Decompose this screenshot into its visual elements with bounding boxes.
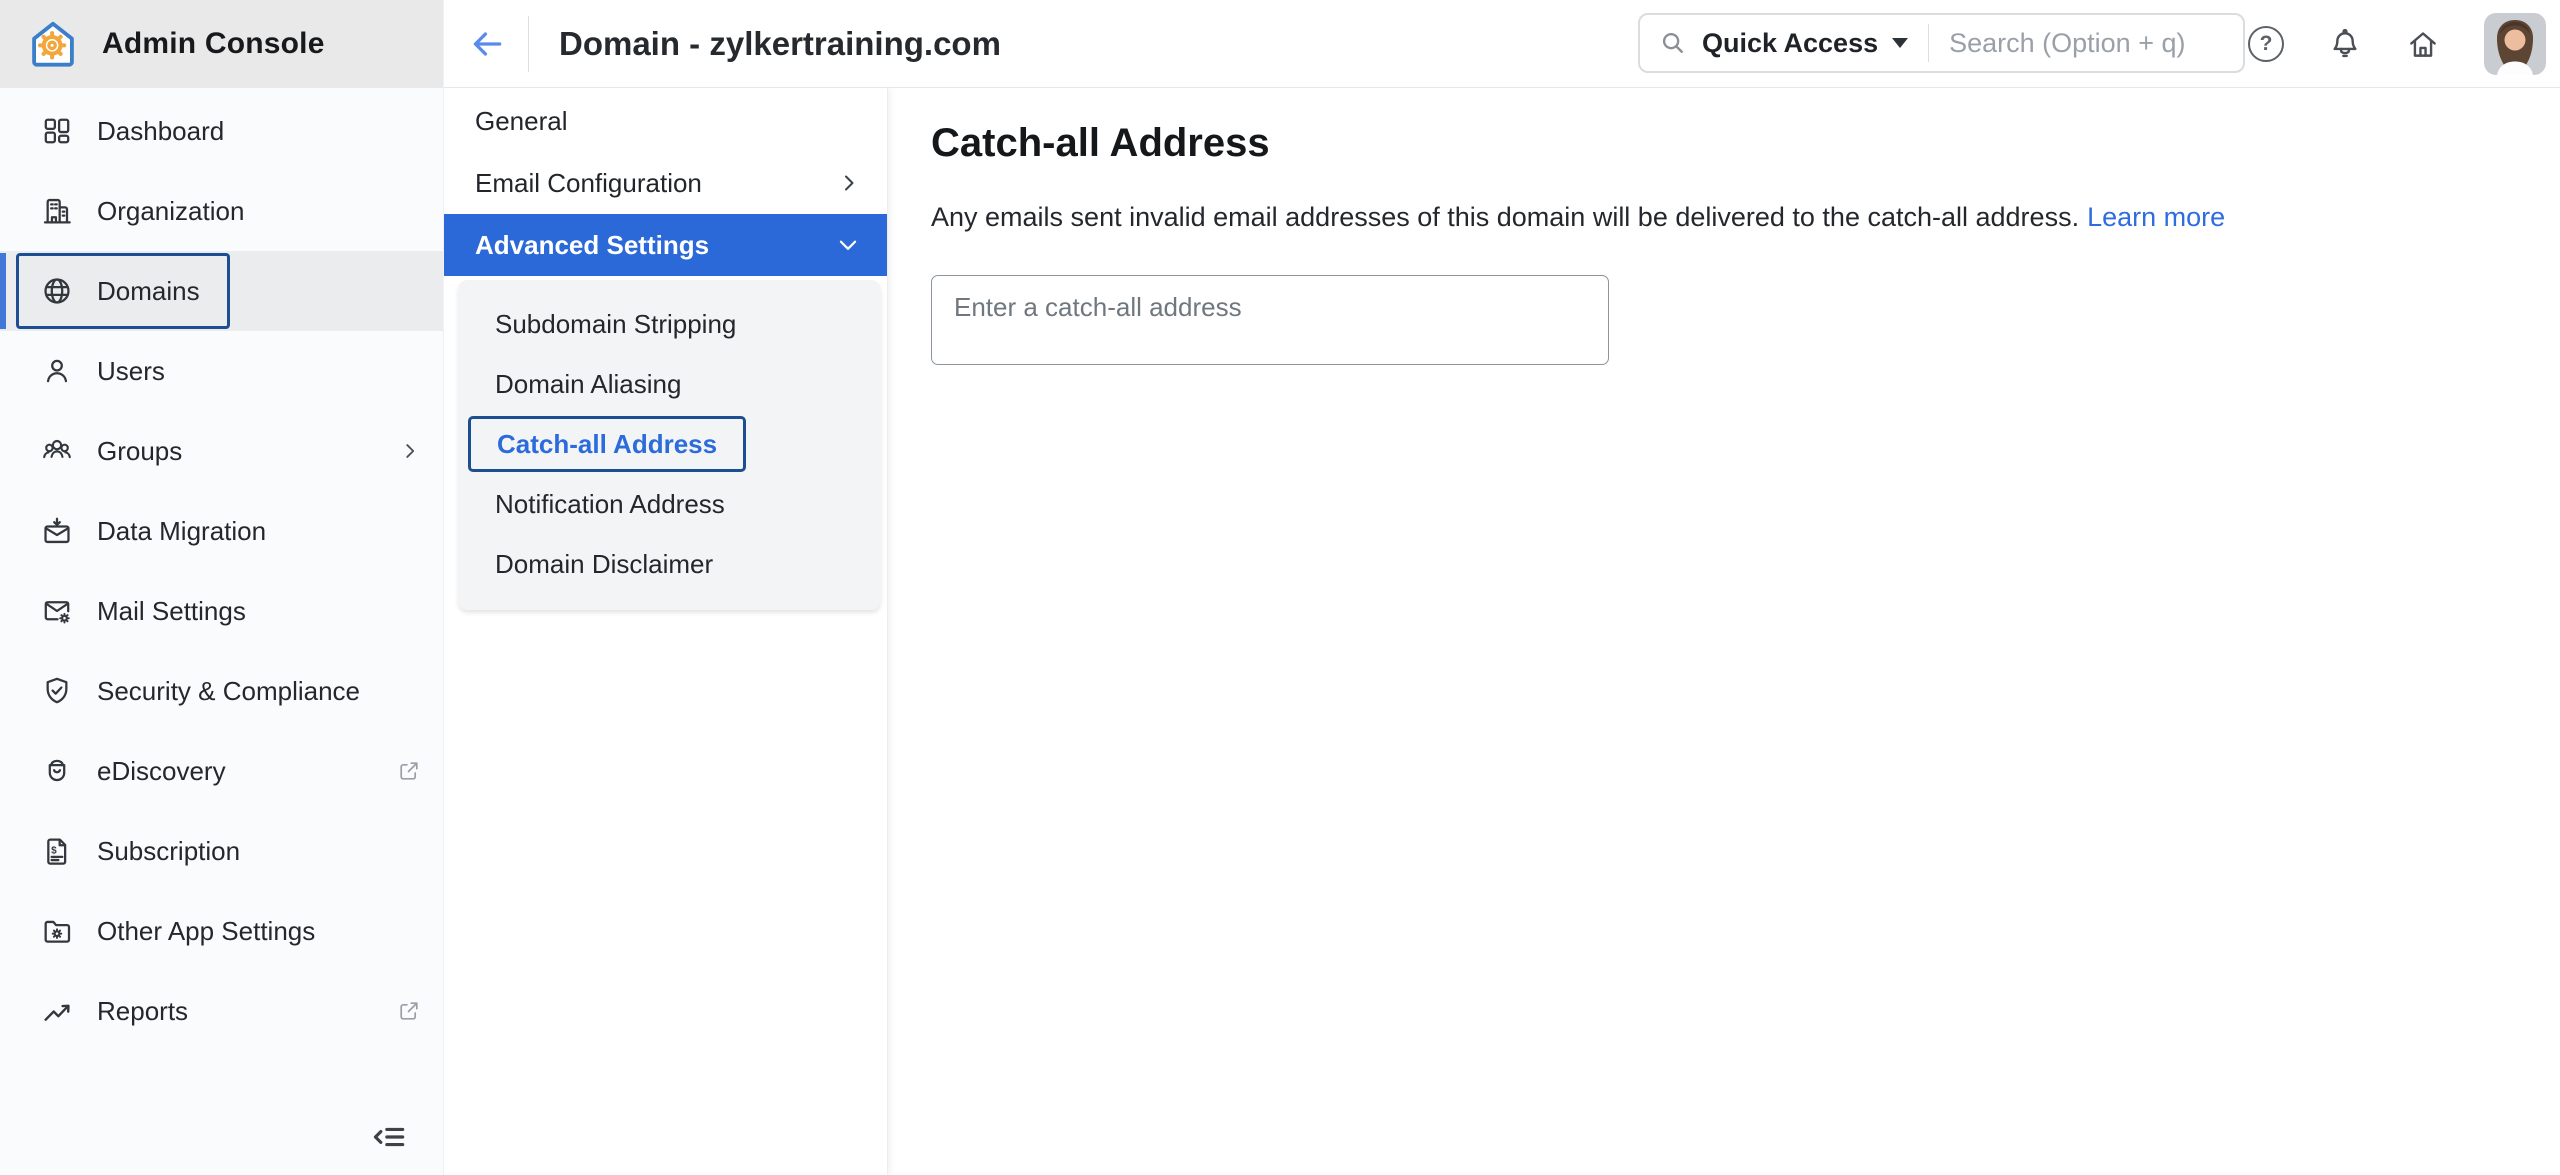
sidebar-item-label: Subscription [97,835,241,866]
description-text: Any emails sent invalid email addresses … [931,202,2080,232]
external-link-icon [397,759,421,783]
sidebar-item-data-migration[interactable]: Data Migration [0,491,443,571]
sidebar-item-label: eDiscovery [97,755,226,786]
globe-icon [41,275,73,307]
dashboard-grid-icon [41,115,73,147]
sidebar-item-security-compliance[interactable]: Security & Compliance [0,651,443,731]
subnav-item-subdomain-stripping[interactable]: Subdomain Stripping [458,294,881,354]
house-gear-logo-icon [26,17,80,71]
sidebar-item-label: Users [97,355,165,386]
archive-jar-icon [41,755,73,787]
subnav-item-email-configuration[interactable]: Email Configuration [444,152,887,214]
sidebar-item-ediscovery[interactable]: eDiscovery [0,731,443,811]
subnav-item-general[interactable]: General [444,90,887,152]
header-icon-group: ? [2248,0,2560,88]
section-title: Catch-all Address [931,121,1270,165]
sidebar-item-other-app-settings[interactable]: Other App Settings [0,891,443,971]
chevron-right-icon [837,171,861,195]
sidebar-item-label: Mail Settings [97,595,246,626]
sidebar-item-label: Data Migration [97,515,267,546]
bell-icon[interactable] [2328,27,2362,61]
admin-console-app: Admin Console Dashboard Organization Dom… [0,0,2560,1175]
subnav-item-label: Advanced Settings [475,229,710,260]
sidebar-item-label: Organization [97,195,245,226]
caret-down-icon [1892,38,1909,48]
sidebar-item-reports[interactable]: Reports [0,971,443,1051]
learn-more-link[interactable]: Learn more [2087,202,2225,232]
invoice-dollar-icon: $ [41,835,73,867]
sidebar-item-domains[interactable]: Domains [0,251,443,331]
subnav-item-label: General [475,105,568,136]
sidebar-item-label: Reports [97,995,189,1026]
subnav-item-domain-disclaimer[interactable]: Domain Disclaimer [458,534,881,594]
trending-up-icon [41,995,73,1027]
subnav-item-label: Email Configuration [475,167,702,198]
sidebar-item-label: Dashboard [97,115,225,146]
catch-all-address-panel: Catch-all Address Any emails sent invali… [888,89,2560,1175]
svg-text:$: $ [51,845,57,856]
section-description: Any emails sent invalid email addresses … [931,202,2560,233]
logo-area: Admin Console [0,0,443,88]
avatar[interactable] [2484,13,2546,75]
quick-access-dropdown[interactable]: Quick Access [1702,28,1878,59]
sidebar-nav: Dashboard Organization Domains Users Gro… [0,88,443,1051]
people-group-icon [41,435,73,467]
search-divider [1928,24,1930,62]
subnav-item-catch-all-address[interactable]: Catch-all Address [468,416,747,472]
shield-check-icon [41,675,73,707]
back-button[interactable] [468,25,506,63]
mail-download-icon [41,515,73,547]
top-header: Domain - zylkertraining.com Quick Access… [444,0,2560,88]
folder-gear-icon [41,915,73,947]
header-divider [528,15,529,72]
building-icon [41,195,73,227]
sidebar-item-label: Security & Compliance [97,675,360,706]
home-icon[interactable] [2406,27,2440,61]
search-icon [1658,28,1688,58]
subnav-item-domain-aliasing[interactable]: Domain Aliasing [458,354,881,414]
person-icon [41,355,73,387]
sidebar-item-label: Other App Settings [97,915,316,946]
sidebar-item-label: Domains [97,275,200,306]
arrow-left-icon [468,25,506,63]
catch-all-address-input[interactable] [931,275,1609,365]
primary-sidebar: Admin Console Dashboard Organization Dom… [0,0,444,1175]
sidebar-item-label: Groups [97,435,183,466]
subnav-item-notification-address[interactable]: Notification Address [458,474,881,534]
advanced-settings-group: Subdomain Stripping Domain Aliasing Catc… [458,280,881,610]
external-link-icon [397,999,421,1023]
chevron-right-icon [399,440,421,462]
global-search-box: Quick Access [1638,13,2245,73]
sidebar-item-users[interactable]: Users [0,331,443,411]
sidebar-item-groups[interactable]: Groups [0,411,443,491]
mail-gear-icon [41,595,73,627]
search-input[interactable] [1949,27,2225,59]
sidebar-item-mail-settings[interactable]: Mail Settings [0,571,443,651]
sidebar-item-organization[interactable]: Organization [0,171,443,251]
domain-settings-subnav: General Email Configuration Advanced Set… [444,88,888,1175]
sidebar-item-dashboard[interactable]: Dashboard [0,91,443,171]
page-title: Domain - zylkertraining.com [559,24,1001,62]
sidebar-item-subscription[interactable]: $ Subscription [0,811,443,891]
help-icon[interactable]: ? [2248,26,2284,62]
subnav-item-advanced-settings[interactable]: Advanced Settings [444,214,887,276]
collapse-menu-icon [371,1118,409,1156]
sidebar-collapse-button[interactable] [368,1115,412,1159]
app-title: Admin Console [102,27,325,60]
chevron-down-icon [835,232,861,258]
